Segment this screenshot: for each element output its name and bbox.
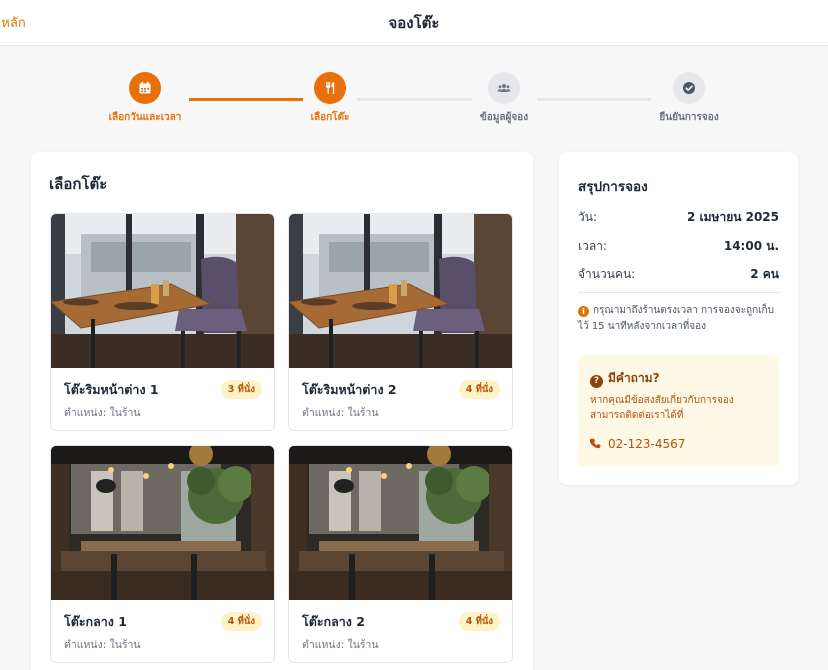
table-name: โต๊ะกลาง 1 — [64, 614, 127, 629]
step-connector-1 — [189, 98, 303, 101]
window-table-photo — [51, 214, 274, 368]
summary-guests-value: 2 คน — [750, 267, 779, 281]
step-2-circle[interactable] — [314, 72, 346, 104]
table-position: ตำแหน่ง: ในร้าน — [64, 639, 141, 651]
seat-count-badge: 4 ที่นั่ง — [458, 612, 500, 631]
table-selection-panel: เลือกโต๊ะ โต๊ะริมหน้าต่าง 1 ตำแหน่ง: ในร… — [31, 152, 533, 670]
table-position: ตำแหน่ง: ในร้าน — [302, 639, 379, 651]
help-text: หากคุณมีข้อสงสัยเกี่ยวกับการจอง สามารถติ… — [590, 395, 734, 421]
calendar-icon — [139, 81, 151, 94]
seat-count-badge: 3 ที่นั่ง — [220, 380, 262, 399]
page-title: จองโต๊ะ — [388, 14, 440, 32]
booking-summary-panel: สรุปการจอง วัน: 2 เมษายน 2025 เวลา: 14:0… — [559, 152, 798, 485]
summary-note-text: กรุณามาถึงร้านตรงเวลา การจองจะถูกเก็บไว้… — [578, 305, 774, 332]
help-title-text: มีคำถาม? — [608, 371, 660, 385]
table-selection-title: เลือกโต๊ะ — [49, 175, 108, 193]
summary-time-label: เวลา: — [578, 239, 607, 253]
help-title: ? มีคำถาม? — [590, 369, 660, 388]
table-card-window-1[interactable]: โต๊ะริมหน้าต่าง 1 ตำแหน่ง: ในร้าน 3 ที่น… — [50, 213, 275, 431]
help-box: ? มีคำถาม? หากคุณมีข้อสงสัยเกี่ยวกับการจอ… — [578, 355, 779, 467]
table-name: โต๊ะริมหน้าต่าง 2 — [302, 382, 397, 397]
phone-icon — [589, 438, 601, 449]
top-header: าหลัก จองโต๊ะ — [0, 0, 828, 46]
table-name: โต๊ะกลาง 2 — [302, 614, 365, 629]
table-position: ตำแหน่ง: ในร้าน — [302, 407, 379, 419]
table-card-window-2[interactable]: โต๊ะริมหน้าต่าง 2 ตำแหน่ง: ในร้าน 4 ที่น… — [288, 213, 513, 431]
step-1-label: เลือกวันและเวลา — [108, 112, 182, 123]
step-1-circle[interactable] — [129, 72, 161, 104]
restaurant-interior-photo — [51, 446, 274, 600]
table-name: โต๊ะริมหน้าต่าง 1 — [64, 382, 159, 397]
summary-date-label: วัน: — [578, 210, 597, 224]
table-position: ตำแหน่ง: ในร้าน — [64, 407, 141, 419]
step-connector-2 — [357, 98, 472, 101]
summary-time-value: 14:00 น. — [723, 239, 779, 253]
summary-guests-label: จำนวนคน: — [578, 267, 636, 281]
question-icon: ? — [590, 375, 603, 388]
summary-divider — [578, 292, 779, 293]
seat-count-badge: 4 ที่นั่ง — [220, 612, 262, 631]
step-3-circle[interactable] — [488, 72, 520, 104]
step-4-label: ยืนยันการจอง — [659, 112, 719, 123]
summary-note: i กรุณามาถึงร้านตรงเวลา การจองจะถูกเก็บไว… — [578, 303, 783, 335]
help-phone-link[interactable]: 02-123-4567 — [589, 437, 686, 451]
utensils-icon — [326, 82, 335, 94]
summary-title: สรุปการจอง — [578, 179, 648, 195]
seat-count-badge: 4 ที่นั่ง — [458, 380, 500, 399]
summary-date-value: 2 เมษายน 2025 — [687, 210, 779, 224]
window-table-photo — [289, 214, 512, 368]
check-circle-icon — [683, 82, 695, 94]
step-4-circle[interactable] — [673, 72, 705, 104]
table-card-center-2[interactable]: โต๊ะกลาง 2 ตำแหน่ง: ในร้าน 4 ที่นั่ง — [288, 445, 513, 663]
users-icon — [497, 84, 511, 92]
info-icon: i — [578, 306, 589, 317]
booking-stepper: เลือกวันและเวลา เลือกโต๊ะ ข้อมูลผู้จอง ย… — [0, 46, 828, 138]
step-3-label: ข้อมูลผู้จอง — [479, 112, 529, 123]
table-card-center-1[interactable]: โต๊ะกลาง 1 ตำแหน่ง: ในร้าน 4 ที่นั่ง — [50, 445, 275, 663]
restaurant-interior-photo — [289, 446, 512, 600]
help-phone-number: 02-123-4567 — [608, 437, 686, 451]
step-2-label: เลือกโต๊ะ — [310, 112, 350, 123]
step-connector-3 — [537, 98, 651, 101]
